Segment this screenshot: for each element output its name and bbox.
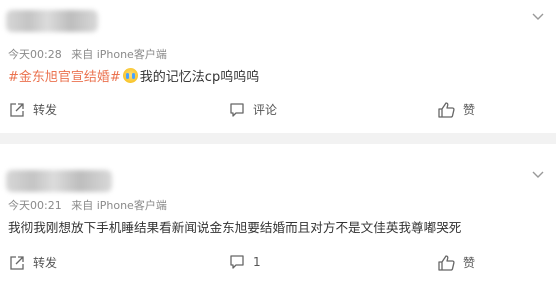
comment-button[interactable]: 1 xyxy=(229,254,261,270)
repost-icon xyxy=(10,255,24,270)
post-meta: 今天00:28 来自 iPhone客户端 xyxy=(8,46,173,62)
blurred-username xyxy=(6,170,112,192)
source: 来自 iPhone客户端 xyxy=(71,48,167,61)
repost-button[interactable]: 转发 xyxy=(9,254,57,271)
crying-emoji-icon xyxy=(122,68,138,83)
comment-count: 1 xyxy=(253,255,261,269)
comment-icon xyxy=(230,255,244,269)
post-text: 我彻我刚想放下手机睡结果看新闻说金东旭要结婚而且对方不是文佳英我尊嘟哭死 xyxy=(8,220,462,235)
post-content: #金东旭官宣结婚# 我的记忆法cp呜呜呜 xyxy=(8,66,259,85)
comment-label: 评论 xyxy=(253,103,278,117)
comment-icon xyxy=(230,102,244,117)
repost-label: 转发 xyxy=(33,256,58,270)
post-content: 我彻我刚想放下手机睡结果看新闻说金东旭要结婚而且对方不是文佳英我尊嘟哭死 xyxy=(8,217,461,236)
thumbs-up-icon xyxy=(438,254,455,271)
post-card: 今天00:28 来自 iPhone客户端 #金东旭官宣结婚# 我的记忆法cp呜呜… xyxy=(0,0,556,133)
hashtag-link[interactable]: #金东旭官宣结婚# xyxy=(8,66,121,85)
post-card: 今天00:21 来自 iPhone客户端 我彻我刚想放下手机睡结果看新闻说金东旭… xyxy=(0,144,556,282)
source: 来自 iPhone客户端 xyxy=(71,199,167,212)
post-meta: 今天00:21 来自 iPhone客户端 xyxy=(8,197,173,213)
thumbs-up-icon xyxy=(438,101,455,118)
repost-label: 转发 xyxy=(33,103,58,117)
timestamp: 今天00:28 xyxy=(8,48,62,61)
chevron-down-icon[interactable] xyxy=(532,170,544,180)
post-text: 我的记忆法cp呜呜呜 xyxy=(139,70,260,85)
action-bar: 转发 评论 赞 xyxy=(0,101,556,125)
like-button[interactable]: 赞 xyxy=(438,101,475,118)
like-button[interactable]: 赞 xyxy=(438,254,475,271)
repost-button[interactable]: 转发 xyxy=(9,101,57,118)
repost-icon xyxy=(10,102,24,117)
blurred-username xyxy=(6,10,98,32)
like-label: 赞 xyxy=(463,256,476,270)
action-bar: 转发 1 赞 xyxy=(0,254,556,278)
chevron-down-icon[interactable] xyxy=(532,12,544,22)
timestamp: 今天00:21 xyxy=(8,199,62,212)
post-separator xyxy=(0,133,556,144)
comment-button[interactable]: 评论 xyxy=(229,101,277,118)
like-label: 赞 xyxy=(463,103,476,117)
